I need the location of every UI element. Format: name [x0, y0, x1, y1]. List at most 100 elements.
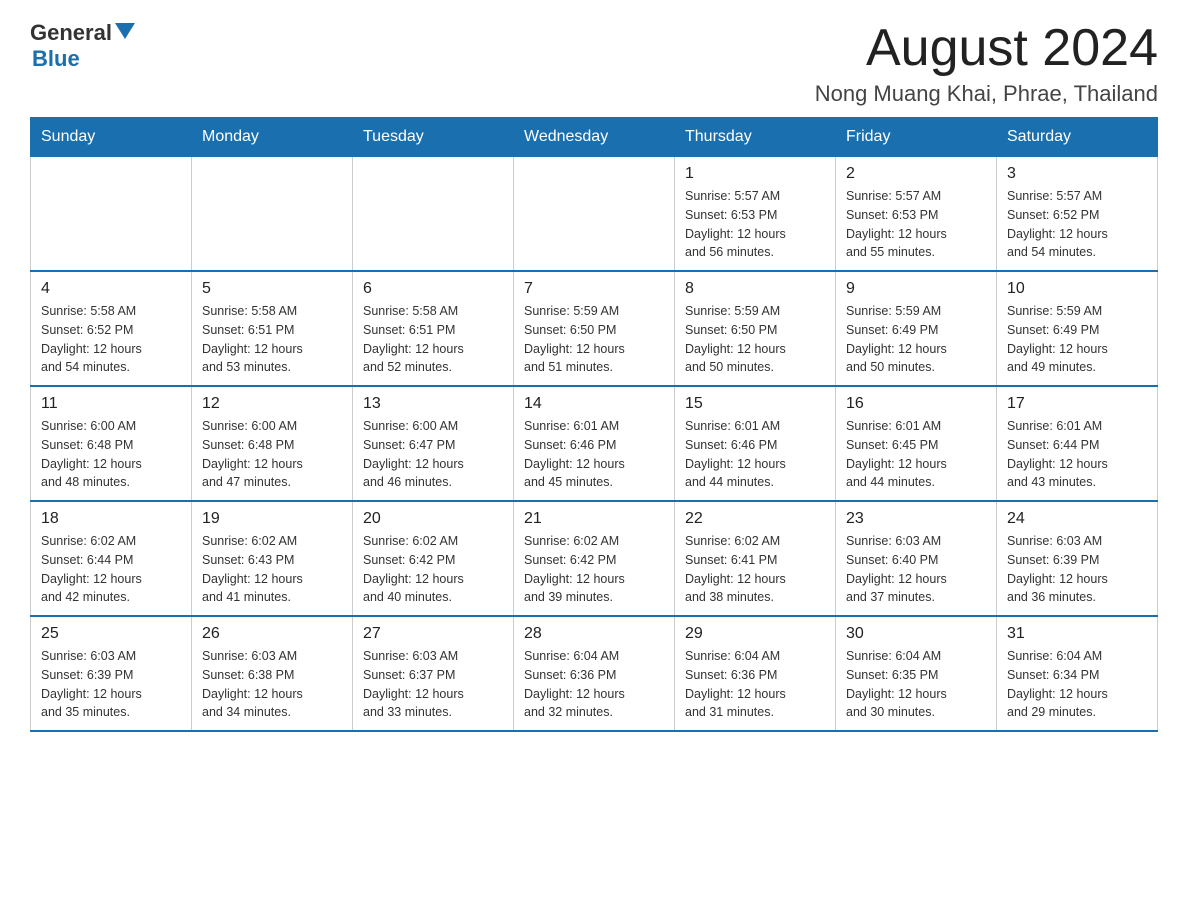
day-number: 13: [363, 395, 503, 413]
calendar-cell: 18 Sunrise: 6:02 AMSunset: 6:44 PMDayligh…: [31, 501, 192, 616]
day-number: 18: [41, 510, 181, 528]
calendar-cell: 20 Sunrise: 6:02 AMSunset: 6:42 PMDayligh…: [353, 501, 514, 616]
day-number: 29: [685, 625, 825, 643]
calendar-cell: 29 Sunrise: 6:04 AMSunset: 6:36 PMDayligh…: [675, 616, 836, 731]
day-number: 1: [685, 165, 825, 183]
header: General Blue August 2024 Nong Muang Khai…: [30, 20, 1158, 107]
day-info: Sunrise: 6:04 AMSunset: 6:36 PMDaylight:…: [524, 647, 664, 722]
weekday-header-tuesday: Tuesday: [353, 118, 514, 157]
day-info: Sunrise: 6:03 AMSunset: 6:39 PMDaylight:…: [1007, 532, 1147, 607]
calendar-cell: 21 Sunrise: 6:02 AMSunset: 6:42 PMDayligh…: [514, 501, 675, 616]
day-info: Sunrise: 6:01 AMSunset: 6:45 PMDaylight:…: [846, 417, 986, 492]
day-info: Sunrise: 5:58 AMSunset: 6:51 PMDaylight:…: [202, 302, 342, 377]
day-info: Sunrise: 6:04 AMSunset: 6:34 PMDaylight:…: [1007, 647, 1147, 722]
calendar-cell: 7Sunrise: 5:59 AMSunset: 6:50 PMDaylight…: [514, 271, 675, 386]
day-info: Sunrise: 6:01 AMSunset: 6:46 PMDaylight:…: [524, 417, 664, 492]
day-number: 15: [685, 395, 825, 413]
day-info: Sunrise: 6:03 AMSunset: 6:38 PMDaylight:…: [202, 647, 342, 722]
day-number: 2: [846, 165, 986, 183]
day-info: Sunrise: 5:59 AMSunset: 6:50 PMDaylight:…: [685, 302, 825, 377]
calendar-cell: 22 Sunrise: 6:02 AMSunset: 6:41 PMDayligh…: [675, 501, 836, 616]
day-info: Sunrise: 6:02 AMSunset: 6:41 PMDaylight:…: [685, 532, 825, 607]
calendar-cell: 31 Sunrise: 6:04 AMSunset: 6:34 PMDayligh…: [997, 616, 1158, 731]
day-number: 20: [363, 510, 503, 528]
calendar-cell: [353, 157, 514, 272]
calendar-cell: 23Sunrise: 6:03 AMSunset: 6:40 PMDayligh…: [836, 501, 997, 616]
day-info: Sunrise: 6:00 AMSunset: 6:48 PMDaylight:…: [202, 417, 342, 492]
day-number: 5: [202, 280, 342, 298]
calendar-cell: 13Sunrise: 6:00 AMSunset: 6:47 PMDayligh…: [353, 386, 514, 501]
calendar-cell: 28 Sunrise: 6:04 AMSunset: 6:36 PMDayligh…: [514, 616, 675, 731]
day-info: Sunrise: 6:04 AMSunset: 6:36 PMDaylight:…: [685, 647, 825, 722]
day-number: 12: [202, 395, 342, 413]
calendar-week-row: 11 Sunrise: 6:00 AMSunset: 6:48 PMDayligh…: [31, 386, 1158, 501]
day-number: 11: [41, 395, 181, 413]
calendar-cell: 11 Sunrise: 6:00 AMSunset: 6:48 PMDayligh…: [31, 386, 192, 501]
day-number: 31: [1007, 625, 1147, 643]
day-number: 28: [524, 625, 664, 643]
calendar-week-row: 1 Sunrise: 5:57 AMSunset: 6:53 PMDaylight…: [31, 157, 1158, 272]
title-area: August 2024 Nong Muang Khai, Phrae, Thai…: [815, 20, 1158, 107]
calendar-cell: 10Sunrise: 5:59 AMSunset: 6:49 PMDayligh…: [997, 271, 1158, 386]
day-number: 6: [363, 280, 503, 298]
day-info: Sunrise: 6:02 AMSunset: 6:44 PMDaylight:…: [41, 532, 181, 607]
calendar-cell: [514, 157, 675, 272]
day-info: Sunrise: 5:57 AMSunset: 6:53 PMDaylight:…: [846, 187, 986, 262]
day-info: Sunrise: 6:03 AMSunset: 6:39 PMDaylight:…: [41, 647, 181, 722]
calendar-cell: 25 Sunrise: 6:03 AMSunset: 6:39 PMDayligh…: [31, 616, 192, 731]
calendar-cell: 5 Sunrise: 5:58 AMSunset: 6:51 PMDaylight…: [192, 271, 353, 386]
day-number: 26: [202, 625, 342, 643]
day-info: Sunrise: 5:58 AMSunset: 6:51 PMDaylight:…: [363, 302, 503, 377]
day-info: Sunrise: 6:00 AMSunset: 6:48 PMDaylight:…: [41, 417, 181, 492]
day-number: 8: [685, 280, 825, 298]
day-info: Sunrise: 6:01 AMSunset: 6:44 PMDaylight:…: [1007, 417, 1147, 492]
day-number: 22: [685, 510, 825, 528]
location-title: Nong Muang Khai, Phrae, Thailand: [815, 81, 1158, 107]
calendar-table: SundayMondayTuesdayWednesdayThursdayFrid…: [30, 117, 1158, 732]
calendar-cell: 9 Sunrise: 5:59 AMSunset: 6:49 PMDaylight…: [836, 271, 997, 386]
logo-triangle-icon: [115, 23, 135, 39]
day-info: Sunrise: 6:03 AMSunset: 6:40 PMDaylight:…: [846, 532, 986, 607]
day-number: 9: [846, 280, 986, 298]
day-number: 17: [1007, 395, 1147, 413]
month-title: August 2024: [815, 20, 1158, 77]
weekday-header-saturday: Saturday: [997, 118, 1158, 157]
day-info: Sunrise: 6:03 AMSunset: 6:37 PMDaylight:…: [363, 647, 503, 722]
weekday-header-row: SundayMondayTuesdayWednesdayThursdayFrid…: [31, 118, 1158, 157]
calendar-cell: 6 Sunrise: 5:58 AMSunset: 6:51 PMDaylight…: [353, 271, 514, 386]
calendar-cell: [192, 157, 353, 272]
logo-blue-text: Blue: [32, 46, 80, 71]
day-number: 19: [202, 510, 342, 528]
calendar-week-row: 25 Sunrise: 6:03 AMSunset: 6:39 PMDayligh…: [31, 616, 1158, 731]
calendar-cell: 16 Sunrise: 6:01 AMSunset: 6:45 PMDayligh…: [836, 386, 997, 501]
day-info: Sunrise: 5:59 AMSunset: 6:49 PMDaylight:…: [846, 302, 986, 377]
day-info: Sunrise: 6:01 AMSunset: 6:46 PMDaylight:…: [685, 417, 825, 492]
calendar-cell: 12 Sunrise: 6:00 AMSunset: 6:48 PMDayligh…: [192, 386, 353, 501]
calendar-cell: 24 Sunrise: 6:03 AMSunset: 6:39 PMDayligh…: [997, 501, 1158, 616]
day-info: Sunrise: 6:02 AMSunset: 6:42 PMDaylight:…: [524, 532, 664, 607]
calendar-cell: 15 Sunrise: 6:01 AMSunset: 6:46 PMDayligh…: [675, 386, 836, 501]
calendar-cell: 2 Sunrise: 5:57 AMSunset: 6:53 PMDaylight…: [836, 157, 997, 272]
day-info: Sunrise: 5:58 AMSunset: 6:52 PMDaylight:…: [41, 302, 181, 377]
calendar-week-row: 4 Sunrise: 5:58 AMSunset: 6:52 PMDaylight…: [31, 271, 1158, 386]
weekday-header-friday: Friday: [836, 118, 997, 157]
calendar-cell: 27Sunrise: 6:03 AMSunset: 6:37 PMDayligh…: [353, 616, 514, 731]
day-number: 21: [524, 510, 664, 528]
weekday-header-monday: Monday: [192, 118, 353, 157]
logo-general-text: General: [30, 20, 112, 46]
calendar-cell: [31, 157, 192, 272]
calendar-cell: 3Sunrise: 5:57 AMSunset: 6:52 PMDaylight…: [997, 157, 1158, 272]
calendar-cell: 30Sunrise: 6:04 AMSunset: 6:35 PMDayligh…: [836, 616, 997, 731]
calendar-cell: 1Sunrise: 5:57 AMSunset: 6:53 PMDaylight…: [675, 157, 836, 272]
day-info: Sunrise: 6:02 AMSunset: 6:42 PMDaylight:…: [363, 532, 503, 607]
day-info: Sunrise: 6:02 AMSunset: 6:43 PMDaylight:…: [202, 532, 342, 607]
day-number: 3: [1007, 165, 1147, 183]
day-number: 7: [524, 280, 664, 298]
calendar-cell: 17 Sunrise: 6:01 AMSunset: 6:44 PMDayligh…: [997, 386, 1158, 501]
day-number: 25: [41, 625, 181, 643]
day-number: 16: [846, 395, 986, 413]
weekday-header-thursday: Thursday: [675, 118, 836, 157]
calendar-cell: 26 Sunrise: 6:03 AMSunset: 6:38 PMDayligh…: [192, 616, 353, 731]
day-number: 24: [1007, 510, 1147, 528]
day-number: 4: [41, 280, 181, 298]
